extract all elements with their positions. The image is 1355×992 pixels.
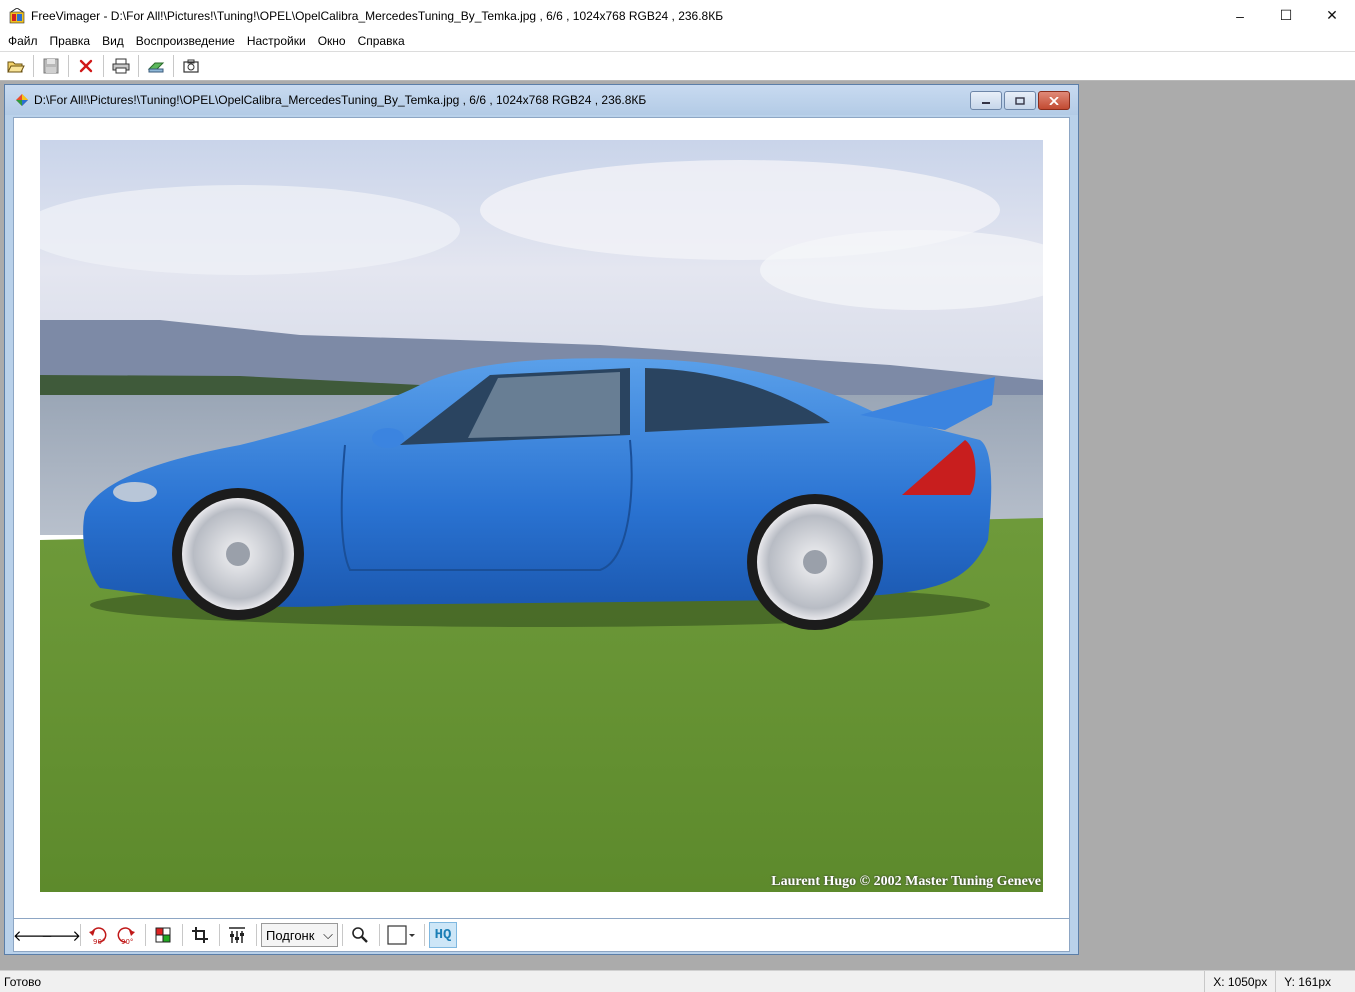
- status-message: Готово: [4, 974, 42, 989]
- zoom-tool-button[interactable]: [347, 922, 373, 948]
- menu-settings[interactable]: Настройки: [241, 31, 312, 51]
- delete-button[interactable]: [74, 54, 98, 78]
- child-restore-button[interactable]: [1004, 91, 1036, 110]
- magnifier-icon: [352, 927, 368, 943]
- screenshot-button[interactable]: [179, 54, 203, 78]
- image-toolbar: 🡐 🡒 90° 90° Подгонк ⌵ HQ: [13, 918, 1070, 952]
- minimize-icon: [982, 101, 990, 104]
- title-bar: FreeVimager - D:\For All!\Pictures!\Tuni…: [0, 0, 1355, 31]
- window-controls: – ☐ ✕: [1217, 0, 1355, 31]
- toolbar-separator: [173, 55, 174, 77]
- rotate-ccw-icon: 90°: [89, 927, 107, 946]
- menu-file[interactable]: Файл: [2, 31, 44, 51]
- hq-toggle-button[interactable]: HQ: [429, 922, 457, 948]
- background-color-icon: [387, 925, 415, 945]
- toolbar-separator: [103, 55, 104, 77]
- background-color-button[interactable]: [384, 922, 418, 948]
- rotate-ccw-button[interactable]: 90°: [85, 922, 111, 948]
- print-button[interactable]: [109, 54, 133, 78]
- photo-watermark: Laurent Hugo © 2002 Master Tuning Geneve: [771, 874, 1041, 889]
- delete-icon: [79, 59, 93, 73]
- cursor-y-readout: Y: 161px: [1275, 970, 1355, 992]
- toolbar-separator: [256, 924, 257, 946]
- menu-edit[interactable]: Правка: [44, 31, 97, 51]
- child-window-controls: [968, 91, 1070, 110]
- color-adjust-button[interactable]: [150, 922, 176, 948]
- close-button[interactable]: ✕: [1309, 0, 1355, 31]
- image-child-window: D:\For All!\Pictures!\Tuning!\OPEL\OpelC…: [4, 84, 1079, 955]
- toolbar-separator: [219, 924, 220, 946]
- toolbar-separator: [145, 924, 146, 946]
- open-button[interactable]: [4, 54, 28, 78]
- rotate-cw-button[interactable]: 90°: [113, 922, 139, 948]
- color-swatches-icon: [155, 927, 171, 943]
- rotate-cw-icon: 90°: [117, 927, 135, 946]
- crop-icon: [192, 927, 208, 943]
- toolbar-separator: [379, 924, 380, 946]
- open-folder-icon: [7, 61, 25, 73]
- restore-icon: [1015, 96, 1025, 105]
- document-icon: [15, 93, 29, 107]
- toolbar-separator: [80, 924, 81, 946]
- window-title: FreeVimager - D:\For All!\Pictures!\Tuni…: [31, 8, 724, 23]
- camera-icon: [183, 59, 199, 73]
- child-title-bar[interactable]: D:\For All!\Pictures!\Tuning!\OPEL\OpelC…: [5, 85, 1078, 115]
- save-button[interactable]: [39, 54, 63, 78]
- status-bar: Готово X: 1050px Y: 161px: [0, 970, 1355, 992]
- scan-button[interactable]: [144, 54, 168, 78]
- menu-help[interactable]: Справка: [352, 31, 411, 51]
- menu-view[interactable]: Вид: [96, 31, 130, 51]
- rotate-cw-label: 90°: [121, 938, 133, 946]
- toolbar-separator: [138, 55, 139, 77]
- menu-window[interactable]: Окно: [312, 31, 352, 51]
- zoom-dropdown[interactable]: Подгонк ⌵: [261, 923, 338, 947]
- menu-playback[interactable]: Воспроизведение: [130, 31, 241, 51]
- maximize-button[interactable]: ☐: [1263, 0, 1309, 31]
- toolbar-separator: [68, 55, 69, 77]
- crop-button[interactable]: [187, 922, 213, 948]
- minimize-button[interactable]: –: [1217, 0, 1263, 31]
- rotate-ccw-label: 90°: [93, 938, 105, 946]
- child-minimize-button[interactable]: [970, 91, 1002, 110]
- chevron-down-icon: ⌵: [323, 927, 333, 942]
- save-disk-icon: [43, 58, 59, 74]
- close-icon: [1049, 96, 1059, 105]
- toolbar-separator: [424, 924, 425, 946]
- arrow-right-icon: 🡒: [40, 927, 82, 945]
- mdi-workspace: D:\For All!\Pictures!\Tuning!\OPEL\OpelC…: [0, 81, 1355, 970]
- toolbar-separator: [182, 924, 183, 946]
- main-toolbar: [0, 51, 1355, 81]
- scan-icon: [147, 62, 165, 73]
- image-viewport[interactable]: Laurent Hugo © 2002 Master Tuning Geneve: [13, 117, 1070, 919]
- toolbar-separator: [342, 924, 343, 946]
- print-icon: [112, 58, 130, 74]
- toolbar-separator: [33, 55, 34, 77]
- levels-button[interactable]: [224, 922, 250, 948]
- zoom-value: Подгонк: [266, 927, 315, 943]
- car-photo: Laurent Hugo © 2002 Master Tuning Geneve: [40, 140, 1043, 892]
- menu-bar: Файл Правка Вид Воспроизведение Настройк…: [0, 31, 1355, 51]
- child-close-button[interactable]: [1038, 91, 1070, 110]
- child-window-title: D:\For All!\Pictures!\Tuning!\OPEL\OpelC…: [34, 93, 647, 107]
- app-icon: [9, 6, 25, 24]
- levels-sliders-icon: [229, 927, 245, 943]
- next-button[interactable]: 🡒: [41, 922, 81, 948]
- cursor-x-readout: X: 1050px: [1204, 970, 1275, 992]
